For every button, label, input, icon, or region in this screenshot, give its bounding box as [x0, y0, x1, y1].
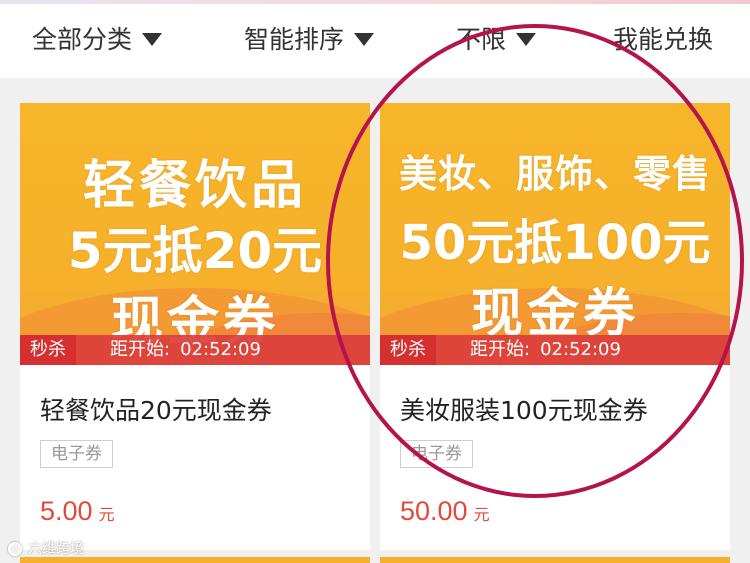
- coupon-type-badge: 电子券: [40, 440, 113, 468]
- coupon-card[interactable]: 美妆、服饰、零售 50元抵100元 现金券 秒杀 距开始: 02:52:09 美妆…: [380, 103, 730, 550]
- coupon-title: 美妆服装100元现金券: [400, 396, 648, 425]
- flash-sale-bar: 秒杀 距开始: 02:52:09: [380, 335, 730, 365]
- coupon-price: 5.00 元: [40, 496, 115, 527]
- next-coupon-card-peek[interactable]: [380, 557, 730, 563]
- filter-unlimited[interactable]: 不限: [456, 24, 537, 56]
- filter-unlimited-label: 不限: [456, 25, 507, 54]
- caret-down-icon: [354, 32, 375, 46]
- countdown-time: 02:52:09: [180, 339, 261, 360]
- countdown-label: 距开始:: [110, 339, 171, 360]
- coupon-title: 轻餐饮品20元现金券: [40, 396, 272, 425]
- price-unit: 元: [98, 505, 115, 524]
- price-amount: 5.00: [40, 496, 93, 526]
- price-amount: 50.00: [400, 496, 468, 526]
- filter-can-redeem[interactable]: 我能兑换: [613, 24, 713, 56]
- countdown-label: 距开始:: [470, 339, 531, 360]
- countdown-time: 02:52:09: [540, 339, 621, 360]
- coupon-type-badge: 电子券: [400, 440, 473, 468]
- filter-smart-sort-label: 智能排序: [244, 25, 345, 54]
- filter-can-redeem-label: 我能兑换: [613, 25, 714, 54]
- filter-all-categories-label: 全部分类: [32, 25, 133, 54]
- flash-sale-bar: 秒杀 距开始: 02:52:09: [20, 335, 370, 365]
- banner-offer: 5元抵20元: [67, 222, 323, 280]
- coupon-price: 50.00 元: [400, 496, 490, 527]
- caret-down-icon: [142, 32, 163, 46]
- filter-bar: 全部分类 智能排序 不限 我能兑换: [0, 4, 750, 78]
- watermark-text: 六维跨境: [28, 541, 84, 557]
- banner-headline: 美妆、服饰、零售: [398, 152, 711, 196]
- countdown: 距开始: 02:52:09: [470, 335, 621, 365]
- countdown: 距开始: 02:52:09: [110, 335, 261, 365]
- coupon-banner: 美妆、服饰、零售 50元抵100元 现金券 秒杀 距开始: 02:52:09: [380, 103, 730, 365]
- flash-sale-tag: 秒杀: [380, 335, 436, 365]
- caret-down-icon: [516, 32, 537, 46]
- flash-sale-tag: 秒杀: [20, 335, 76, 365]
- price-unit: 元: [473, 505, 490, 524]
- banner-headline: 轻餐饮品: [82, 156, 307, 216]
- watermark-logo-icon: [8, 542, 22, 556]
- coupon-card[interactable]: 轻餐饮品 5元抵20元 现金券 秒杀 距开始: 02:52:09 轻餐饮品20元现…: [20, 103, 370, 550]
- coupon-banner: 轻餐饮品 5元抵20元 现金券 秒杀 距开始: 02:52:09: [20, 103, 370, 365]
- watermark: 六维跨境: [8, 540, 84, 558]
- filter-all-categories[interactable]: 全部分类: [32, 24, 163, 56]
- filter-smart-sort[interactable]: 智能排序: [244, 24, 375, 56]
- banner-offer: 50元抵100元: [399, 215, 711, 271]
